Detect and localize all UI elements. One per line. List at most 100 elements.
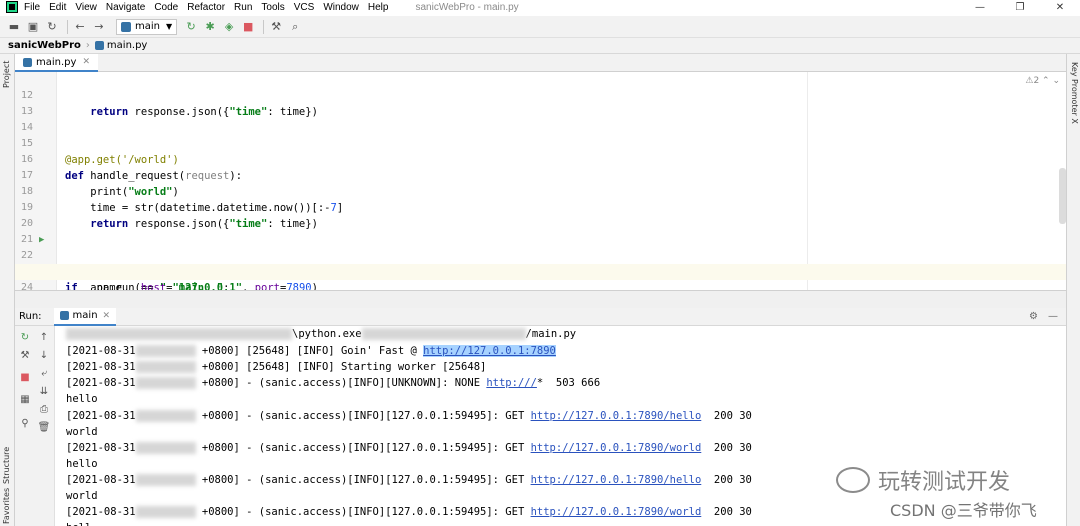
run-tab-label: main: [72, 310, 98, 321]
project-tool-tab[interactable]: Project: [2, 61, 11, 88]
settings-wrench-icon[interactable]: ⚒: [268, 19, 284, 35]
code-editor[interactable]: 12 return response.json({"time": time}) …: [15, 72, 1066, 290]
console-line: hello: [66, 458, 98, 470]
open-folder-icon[interactable]: ▬: [6, 19, 22, 35]
favorites-tool-tab[interactable]: Favorites: [2, 488, 11, 524]
run-panel-actions: ⚙ —: [1029, 311, 1058, 322]
run-tab-main[interactable]: main ✕: [53, 307, 117, 326]
menu-run[interactable]: Run: [234, 2, 252, 13]
console-link[interactable]: http://127.0.0.1:7890/world: [531, 506, 702, 518]
menu-help[interactable]: Help: [368, 2, 389, 13]
forward-icon[interactable]: →: [91, 19, 107, 35]
run-gutter-icon[interactable]: ▶: [39, 232, 44, 248]
console-line: hello: [66, 393, 98, 405]
menu-bar: File Edit View Navigate Code Refactor Ru…: [0, 0, 1080, 14]
structure-tool-tab[interactable]: Structure: [2, 447, 11, 484]
editor-scrollbar[interactable]: [1059, 168, 1066, 224]
breadcrumb: sanicWebPro › main.py: [0, 38, 1080, 54]
watermark-csdn: CSDN @三爷带你飞: [890, 501, 1037, 520]
menu-tools[interactable]: Tools: [261, 2, 284, 13]
breadcrumb-file[interactable]: main.py: [107, 40, 147, 51]
code-line: 14: [15, 104, 1066, 133]
left-tool-strip: Project Structure Favorites: [0, 54, 15, 526]
editor-tab-bar: main.py ✕: [15, 54, 1066, 72]
scroll-to-end-icon[interactable]: ⇊: [37, 384, 51, 398]
console-line: [2021-08-31 +0800] [25648] [INFO] Goin' …: [66, 345, 556, 357]
menu-refactor[interactable]: Refactor: [187, 2, 225, 13]
code-line: 12 return response.json({"time": time}): [15, 72, 1066, 118]
save-icon[interactable]: ▣: [25, 19, 41, 35]
console-line: world: [66, 490, 98, 502]
close-tab-icon[interactable]: ✕: [103, 311, 111, 321]
menu-code[interactable]: Code: [154, 2, 178, 13]
hide-panel-icon[interactable]: —: [1048, 311, 1058, 322]
menu-window[interactable]: Window: [323, 2, 359, 13]
menu-edit[interactable]: Edit: [49, 2, 66, 13]
console-line: [2021-08-31 +0800] - (sanic.access)[INFO…: [66, 410, 752, 422]
close-tab-icon[interactable]: ✕: [82, 57, 90, 67]
gear-icon[interactable]: ⚙: [1029, 311, 1038, 322]
down-arrow-icon[interactable]: ↓: [37, 348, 51, 362]
sync-icon[interactable]: ↻: [44, 19, 60, 35]
print-icon[interactable]: ⎙: [37, 402, 51, 416]
code-line: 21: [15, 216, 1066, 245]
code-line: 13: [15, 88, 1066, 117]
menu-vcs[interactable]: VCS: [294, 2, 315, 13]
code-line: 16 def handle_request(request):: [15, 136, 1066, 182]
console-link[interactable]: http:///: [486, 377, 537, 389]
breadcrumb-project[interactable]: sanicWebPro: [8, 40, 81, 51]
console-link[interactable]: http://127.0.0.1:7890/hello: [531, 410, 702, 422]
menu-file[interactable]: File: [24, 2, 40, 13]
console-link[interactable]: http://127.0.0.1:7890/world: [531, 442, 702, 454]
stop-icon[interactable]: ■: [18, 370, 32, 384]
rerun-icon[interactable]: ↻: [18, 330, 32, 344]
inspection-widget[interactable]: ⚠2 ⌃ ⌄: [1025, 76, 1060, 86]
search-icon[interactable]: ⌕: [287, 19, 303, 35]
code-line: 22 ▶ if __name__ == "__main__":: [15, 232, 1066, 290]
window-title: sanicWebPro - main.py: [415, 1, 519, 13]
stop-icon[interactable]: ■: [240, 19, 256, 35]
code-line: 23 app.run(host="127.0.0.1", port=7890): [15, 248, 1066, 290]
code-line-current: 24: [15, 264, 1066, 290]
tab-label: main.py: [36, 56, 77, 68]
console-link[interactable]: http://127.0.0.1:7890: [423, 345, 556, 357]
key-promoter-tool-tab[interactable]: Key Promoter X: [1070, 62, 1079, 124]
right-tool-strip: Key Promoter X: [1066, 54, 1080, 526]
code-line: 20: [15, 200, 1066, 229]
pin-icon[interactable]: ⚲: [18, 416, 32, 430]
console-line: [2021-08-31 +0800] - (sanic.access)[INFO…: [66, 377, 601, 389]
menu-view[interactable]: View: [75, 2, 97, 13]
up-arrow-icon[interactable]: ↑: [37, 330, 51, 344]
warning-count: 2: [1033, 76, 1040, 86]
console-line: \python.exe/main.py: [66, 326, 576, 342]
menu-navigate[interactable]: Navigate: [106, 2, 145, 13]
main-toolbar: ▬ ▣ ↻ ← → main ▼ ↻ ✱ ◈ ■ ⚒ ⌕: [0, 16, 1080, 38]
layout-icon[interactable]: ▦: [18, 392, 32, 406]
watermark-title: 玩转测试开发: [878, 470, 1011, 495]
console-line: [2021-08-31 +0800] [25648] [INFO] Starti…: [66, 361, 487, 373]
close-icon[interactable]: ✕: [1040, 0, 1080, 14]
tab-main-py[interactable]: main.py ✕: [15, 54, 98, 72]
soft-wrap-icon[interactable]: ⤶: [37, 366, 51, 380]
wechat-logo-icon: [836, 467, 870, 493]
debug-icon[interactable]: ✱: [202, 19, 218, 35]
restore-icon[interactable]: ❐: [1000, 0, 1040, 14]
back-icon[interactable]: ←: [72, 19, 88, 35]
run-console[interactable]: \python.exe/main.py [2021-08-31 +0800] […: [56, 326, 1060, 526]
code-line: 17 print("world"): [15, 152, 1066, 198]
run-label: Run:: [19, 311, 42, 322]
trash-icon[interactable]: 🗑: [37, 420, 51, 434]
run-panel-header: Run: main ✕ ⚙ —: [15, 307, 1066, 326]
toolbar-divider: [67, 19, 68, 34]
console-link[interactable]: http://127.0.0.1:7890/hello: [531, 474, 702, 486]
run-config-select[interactable]: main ▼: [116, 18, 178, 35]
python-file-icon: [23, 57, 32, 67]
coverage-icon[interactable]: ◈: [221, 19, 237, 35]
minimize-icon[interactable]: —: [960, 0, 1000, 14]
toolbar-divider: [263, 19, 265, 34]
wrench-icon[interactable]: ⚒: [18, 348, 32, 362]
panel-splitter[interactable]: [15, 290, 1066, 308]
python-icon: [121, 21, 131, 32]
rerun-icon[interactable]: ↻: [183, 19, 199, 35]
python-file-icon: [94, 41, 104, 50]
